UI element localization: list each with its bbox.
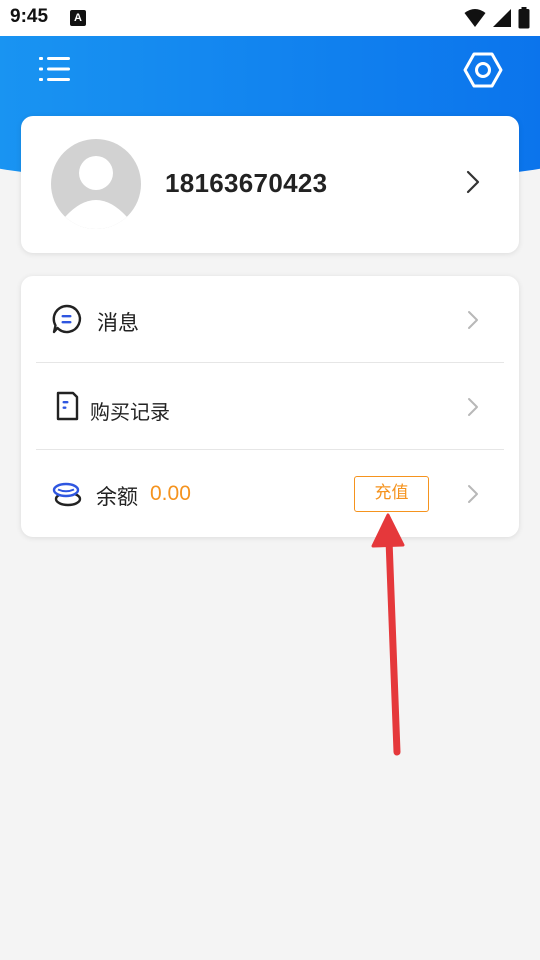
signal-icon	[493, 9, 511, 27]
wifi-icon	[464, 9, 486, 27]
phone-number: 18163670423	[165, 168, 328, 198]
balance-value: 0.00	[150, 482, 191, 505]
message-icon	[52, 304, 82, 334]
list-menu-icon[interactable]	[38, 54, 72, 84]
profile-card[interactable]: 18163670423	[21, 116, 519, 253]
battery-icon	[518, 7, 530, 29]
menu-item-balance[interactable]: 余额 0.00 充值	[21, 450, 519, 536]
messages-label: 消息	[97, 311, 139, 335]
chevron-right-icon	[468, 485, 478, 503]
chevron-right-icon	[468, 398, 478, 416]
chevron-right-icon[interactable]	[464, 169, 482, 195]
status-time: 9:45	[10, 6, 49, 27]
purchase-records-label: 购买记录	[90, 400, 170, 424]
notification-icon: A	[70, 10, 86, 26]
coins-icon	[52, 482, 82, 507]
status-bar: 9:45 A	[0, 0, 540, 36]
default-avatar-icon[interactable]	[51, 139, 141, 229]
hexagon-settings-icon[interactable]	[463, 50, 503, 90]
menu-card: 消息 购买记录 余额 0.00 充值	[21, 276, 519, 537]
document-icon	[56, 391, 79, 421]
chevron-right-icon	[468, 311, 478, 329]
recharge-button[interactable]: 充值	[354, 476, 429, 512]
status-icons	[464, 7, 530, 29]
menu-item-messages[interactable]: 消息	[21, 276, 519, 362]
balance-label: 余额	[96, 485, 138, 509]
menu-item-purchase-records[interactable]: 购买记录	[21, 363, 519, 449]
screen: 9:45 A 18163670423 消息 购买记录 余额 0.00 充值	[0, 0, 540, 960]
